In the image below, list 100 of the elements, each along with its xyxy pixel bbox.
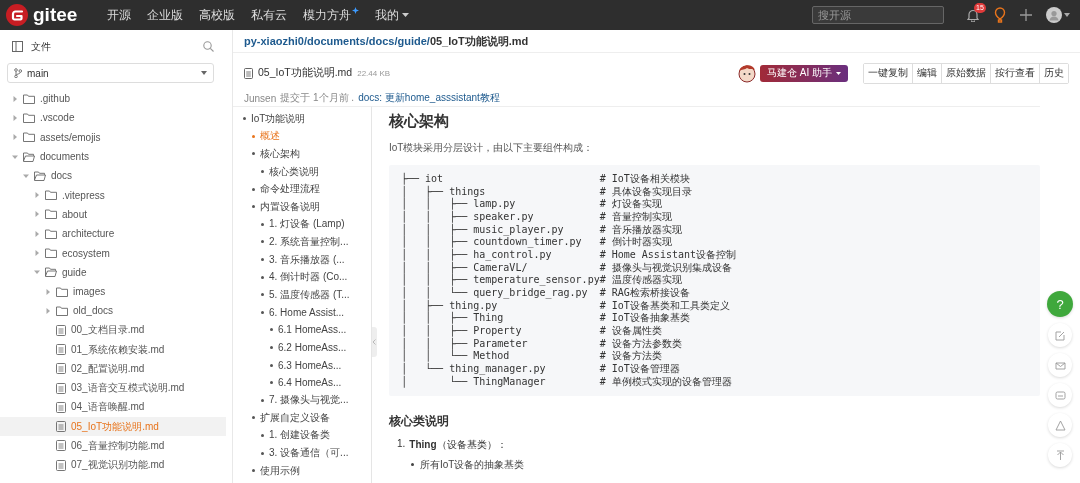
- document-icon: [56, 421, 66, 433]
- toc-link[interactable]: 1. 灯设备 (Lamp): [261, 215, 371, 234]
- toc-link[interactable]: 6.2 HomeAss...: [270, 338, 371, 357]
- bell-icon[interactable]: [966, 8, 980, 22]
- chat-button[interactable]: [1048, 383, 1072, 407]
- toc-link[interactable]: 6.4 HomeAs...: [270, 373, 371, 392]
- branch-select[interactable]: main: [7, 63, 214, 83]
- nav-link[interactable]: 模力方舟: [303, 6, 360, 24]
- breadcrumb-current: 05_IoT功能说明.md: [429, 33, 529, 49]
- nav-link[interactable]: 企业版: [147, 6, 184, 24]
- file-item[interactable]: 07_视觉识别功能.md: [0, 455, 226, 475]
- toc-link[interactable]: 1. 创建设备类: [261, 426, 371, 445]
- toc-link[interactable]: 2. 系统音量控制...: [261, 233, 371, 251]
- toc-link[interactable]: 使用示例: [252, 461, 371, 480]
- toc-link[interactable]: IoT功能说明: [243, 110, 371, 128]
- toc-link[interactable]: 命令处理流程: [252, 180, 371, 198]
- folder-item[interactable]: about: [0, 204, 226, 225]
- folder-item[interactable]: .github: [0, 89, 226, 109]
- breadcrumb-link[interactable]: guide: [397, 35, 427, 47]
- folder-icon: [45, 209, 57, 220]
- folder-item[interactable]: ecosystem: [0, 243, 226, 263]
- folder-icon: [56, 286, 68, 297]
- file-item[interactable]: 00_文档目录.md: [0, 320, 226, 340]
- logo-icon: [6, 4, 28, 26]
- subsection-heading: 核心类说明: [389, 413, 450, 431]
- mail-icon: [1054, 359, 1066, 371]
- nav-link[interactable]: 高校版: [199, 6, 236, 24]
- document-icon: [244, 67, 253, 79]
- nav-menu[interactable]: 我的: [375, 6, 410, 24]
- folder-item[interactable]: architecture: [0, 224, 226, 244]
- chat-icon: [1054, 389, 1066, 401]
- edit-icon: [1054, 329, 1066, 341]
- caret-icon: [402, 13, 410, 17]
- folder-item[interactable]: old_docs: [0, 301, 226, 321]
- file-item[interactable]: 01_系统依赖安装.md: [0, 339, 226, 360]
- ai-assistant-button[interactable]: 马建仓 AI 助手: [760, 64, 848, 82]
- avatar-icon[interactable]: [1046, 7, 1062, 23]
- open-folder-icon: [34, 170, 46, 181]
- document-icon: [56, 401, 66, 413]
- balloon-icon[interactable]: [994, 7, 1006, 23]
- branch-icon: [14, 68, 22, 78]
- folder-item[interactable]: images: [0, 281, 226, 302]
- toc-link[interactable]: 核心类说明: [261, 162, 371, 181]
- search-field[interactable]: 搜开源: [812, 6, 944, 24]
- toc-link[interactable]: 3. 设备通信（可...: [261, 444, 371, 462]
- folder-item[interactable]: assets/emojis: [0, 127, 226, 147]
- warning-button[interactable]: [1048, 413, 1072, 437]
- commit-message-link[interactable]: docs: 更新home_asssistant教程: [358, 91, 500, 105]
- commit-time: 提交于 1个月前 .: [280, 91, 355, 105]
- file-item[interactable]: 03_语音交互模式说明.md: [0, 378, 226, 398]
- toc-link[interactable]: 6.3 HomeAs...: [270, 356, 371, 374]
- breadcrumb-separator: /: [365, 35, 369, 47]
- file-item[interactable]: 06_音量控制功能.md: [0, 436, 226, 456]
- toc-link[interactable]: 核心架构: [252, 145, 371, 163]
- document-icon: [56, 440, 66, 452]
- toc-link[interactable]: 6.1 HomeAss...: [270, 321, 371, 339]
- file-item[interactable]: 02_配置说明.md: [0, 359, 226, 379]
- file-item[interactable]: 04_语音唤醒.md: [0, 397, 226, 418]
- toc-link[interactable]: 4. 倒计时器 (Co...: [261, 268, 371, 286]
- folder-icon: [45, 190, 57, 201]
- list-number: 1.: [397, 438, 406, 452]
- mail-button[interactable]: [1048, 353, 1072, 377]
- toc-link[interactable]: 3. 音乐播放器 (...: [261, 250, 371, 269]
- search-icon[interactable]: [203, 41, 214, 52]
- sparkle-icon: [352, 6, 360, 14]
- toc-link[interactable]: 扩展自定义设备: [252, 409, 371, 427]
- document-icon: [56, 324, 66, 336]
- code-block: ├── iot # IoT设备相关模块 │ ├── things # 具体设备实现目录 │ │ ├── lamp.py # 灯设备实现 │ │ ├── speaker.py # 音量控制实现 │ │ ├── music_player.py # 音乐播放器实现 │ │ ├── countdown_timer.py # 倒计时器实现 │ │ ├── ha_control.py # Home Assistant设备控制 │ │ ├── CameraVL/ # 摄像头与视觉识别集成设备 │ │ ├── temperature_sensor.py# 温度传感器实现 │ │ └── query_bridge_rag.py # RAG检索桥接设备 │ ├── thing.py # IoT设备基类和工具类定义 │ │ ├── Thing # IoT设备抽象基类 │ │ ├── Property # 设备属性类 │ │ ├── Parameter # 设备方法参数类 │ │ └── Method # 设备方法类 │ └── thing_manager.py # IoT设备管理器 │ └── ThingManager # 单例模式实现的设备管理器: [389, 165, 1040, 397]
- collapse-icon[interactable]: [372, 339, 377, 345]
- breadcrumb-link[interactable]: py-xiaozhi0: [244, 35, 304, 47]
- toc-link[interactable]: 5. 温度传感器 (T...: [261, 285, 371, 304]
- caret-icon: [836, 71, 841, 75]
- folder-item[interactable]: docs: [0, 166, 226, 186]
- breadcrumb-separator: /: [394, 35, 398, 47]
- nav-link[interactable]: 开源: [107, 6, 132, 24]
- mascot-drawing: [736, 62, 758, 84]
- file-action-button[interactable]: 历史: [1039, 63, 1068, 83]
- brand-name[interactable]: gitee: [33, 4, 78, 26]
- folder-item[interactable]: documents: [0, 146, 226, 167]
- toc-link[interactable]: 7. 摄像头与视觉...: [261, 391, 371, 410]
- plus-icon[interactable]: [1020, 9, 1032, 21]
- folder-icon: [56, 305, 68, 316]
- panel-icon[interactable]: [12, 41, 23, 52]
- up-button[interactable]: [1048, 443, 1072, 467]
- nav-link[interactable]: 私有云: [251, 6, 288, 24]
- folder-item[interactable]: .vscode: [0, 108, 226, 128]
- breadcrumb-link[interactable]: documents: [306, 35, 366, 47]
- file-name: 05_IoT功能说明.md: [258, 66, 353, 80]
- open-folder-icon: [45, 267, 57, 278]
- toc-link[interactable]: 内置设备说明: [252, 197, 371, 216]
- breadcrumb-separator: /: [426, 35, 430, 47]
- folder-item[interactable]: .vitepress: [0, 185, 226, 205]
- toc-link[interactable]: 6. Home Assist...: [261, 303, 371, 322]
- document-icon: [56, 382, 66, 394]
- bullet-text: 所有IoT设备的抽象基类: [420, 459, 525, 471]
- folder-item[interactable]: guide: [0, 262, 226, 282]
- panel-title: 文件: [31, 39, 51, 54]
- edit-button[interactable]: [1048, 323, 1072, 347]
- section-heading: 核心架构: [389, 111, 450, 131]
- commit-author: Junsen: [244, 92, 277, 104]
